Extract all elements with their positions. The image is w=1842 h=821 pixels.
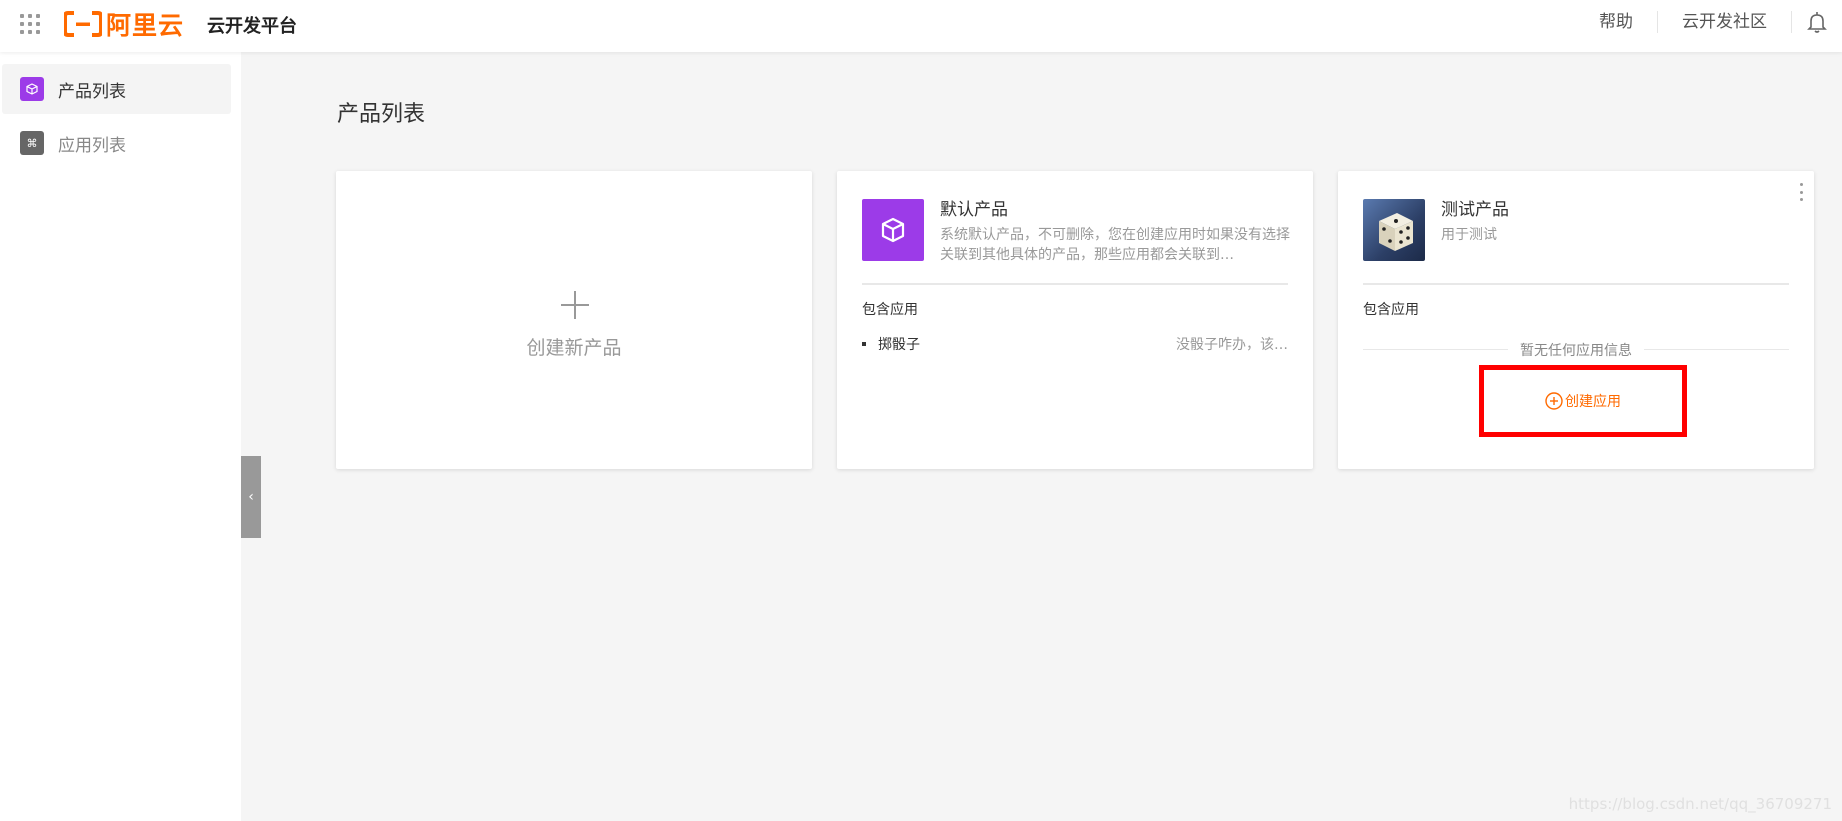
dice-image [1363, 199, 1425, 261]
sidebar-item-products[interactable]: 产品列表 [2, 64, 231, 114]
empty-state-text: 暂无任何应用信息 [1338, 340, 1814, 360]
app-description: 没骰子咋办，该… [1176, 337, 1288, 353]
create-app-label: 创建应用 [1565, 394, 1621, 410]
product-card-test[interactable]: 测试产品 用于测试 包含应用 暂无任何应用信息 创建应用 [1338, 171, 1814, 469]
chevron-left-icon: ‹ [248, 489, 254, 505]
product-name[interactable]: 测试产品 [1441, 195, 1509, 220]
page-title: 产品列表 [337, 102, 426, 127]
product-card-default[interactable]: 默认产品 系统默认产品，不可删除，您在创建应用时如果没有选择关联到其他具体的产品… [837, 171, 1313, 469]
sidebar-item-label: 应用列表 [58, 135, 126, 156]
create-app-button[interactable]: 创建应用 [1479, 365, 1687, 437]
more-vertical-icon[interactable] [1800, 183, 1806, 201]
create-product-label: 创建新产品 [526, 337, 622, 359]
community-link[interactable]: 云开发社区 [1658, 11, 1792, 33]
bullet-icon [862, 342, 866, 346]
sidebar-collapse-handle[interactable]: ‹ [241, 456, 261, 538]
app-name: 掷骰子 [878, 337, 920, 353]
list-item[interactable]: 掷骰子 没骰子咋办，该… [862, 333, 1288, 355]
plus-circle-icon [1545, 392, 1563, 410]
sidebar: 产品列表 ⌘ 应用列表 [0, 52, 241, 821]
apps-grid-icon[interactable] [20, 14, 40, 34]
watermark: https://blog.csdn.net/qq_36709271 [1568, 795, 1832, 813]
divider [862, 283, 1288, 285]
logo-text: 阿里云 [106, 11, 185, 40]
product-name[interactable]: 默认产品 [940, 195, 1008, 220]
create-product-card[interactable]: 创建新产品 [336, 171, 812, 469]
apps-section-label: 包含应用 [1363, 302, 1419, 318]
plus-icon [561, 291, 589, 319]
divider [1363, 283, 1789, 285]
header-nav: 帮助 云开发社区 [1575, 0, 1842, 44]
top-bar: 阿里云 云开发平台 帮助 云开发社区 [0, 0, 1842, 52]
sidebar-item-apps[interactable]: ⌘ 应用列表 [2, 118, 231, 168]
apps-section-label: 包含应用 [862, 302, 918, 318]
cube-icon [20, 77, 44, 101]
product-description: 系统默认产品，不可删除，您在创建应用时如果没有选择关联到其他具体的产品，那些应用… [940, 227, 1290, 263]
bell-icon[interactable] [1792, 0, 1842, 44]
product-description: 用于测试 [1441, 227, 1497, 243]
sidebar-item-label: 产品列表 [58, 81, 126, 102]
cube-icon [862, 199, 924, 261]
aliyun-logo[interactable]: 阿里云 [64, 9, 185, 40]
command-icon: ⌘ [20, 131, 44, 155]
aliyun-logo-mark [64, 11, 102, 37]
platform-title: 云开发平台 [207, 16, 297, 37]
help-link[interactable]: 帮助 [1575, 11, 1658, 33]
